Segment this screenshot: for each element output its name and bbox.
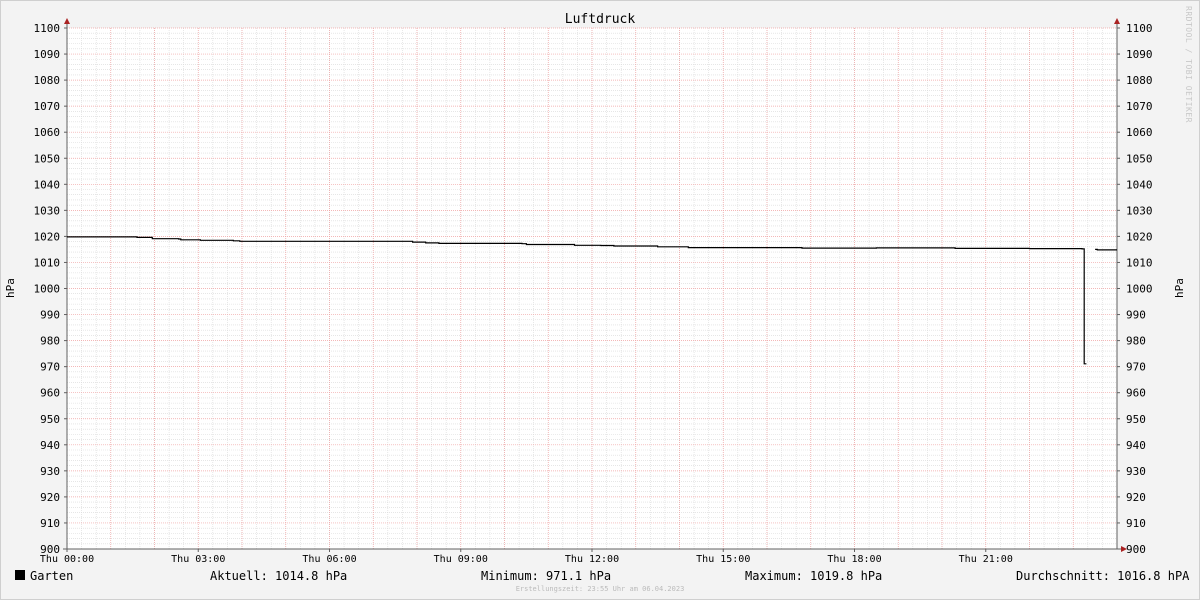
luftdruck-chart: 900 910 920 930 940 950 960 970 980 990 1000 1010 10…: [4, 12, 1186, 565]
creation-time-footer: Erstellungszeit: 23:55 Uhr am 06.04.2023: [515, 585, 685, 593]
y-tick-label-right: 1100: [1126, 22, 1153, 35]
y-tick-labels-right: 900 910 920 930 940 950 960 970 980 990 1000 1010 10…: [1126, 22, 1153, 556]
y-tick-label-right: 1000: [1126, 283, 1153, 296]
x-tick-label: Thu 21:00: [959, 554, 1013, 565]
y-tick-label-right: 1030: [1126, 204, 1153, 217]
x-tick-label: Thu 18:00: [827, 554, 881, 565]
y-tick-label-right: 980: [1126, 335, 1146, 348]
y-tick-label-left: 1090: [34, 48, 61, 61]
y-tick-labels-left: 9009109209309409509609709809901000101010…: [34, 22, 61, 556]
y-tick-label-left: 1040: [34, 178, 61, 191]
y-tick-label-right: 930: [1126, 465, 1146, 478]
y-tick-label-right: 940: [1126, 439, 1146, 452]
legend-aktuell: Aktuell: 1014.8 hPa: [210, 569, 348, 583]
x-tick-label: Thu 03:00: [171, 554, 225, 565]
y-tick-label-left: 1070: [34, 100, 61, 113]
y-tick-label-right: 970: [1126, 361, 1146, 374]
x-tick-label: Thu 00:00: [40, 554, 94, 565]
y-tick-label-right: 1070: [1126, 100, 1153, 113]
y-axis-arrow-left: [64, 18, 70, 24]
legend-minimum: Minimum: 971.1 hPa: [481, 569, 612, 583]
y-tick-label-left: 960: [40, 387, 60, 400]
y-tick-label-right: 910: [1126, 517, 1146, 530]
x-tick-label: Thu 09:00: [434, 554, 488, 565]
chart-title: Luftdruck: [565, 12, 636, 27]
y-tick-label-right: 1020: [1126, 230, 1153, 243]
y-tick-label-right: 1050: [1126, 152, 1153, 165]
y-tick-label-left: 1030: [34, 204, 61, 217]
x-tick-label: Thu 15:00: [696, 554, 750, 565]
x-tick-label: Thu 06:00: [302, 554, 356, 565]
y-tick-label-left: 940: [40, 439, 60, 452]
y-tick-label-right: 1060: [1126, 126, 1153, 139]
legend-series-name: Garten: [30, 569, 74, 583]
y-tick-label-right: 950: [1126, 413, 1146, 426]
y-tick-label-right: 960: [1126, 387, 1146, 400]
y-tick-label-left: 970: [40, 361, 60, 374]
x-tick-labels: Thu 00:00 Thu 03:00 Thu 06:00 Thu 09:00 Thu …: [40, 554, 1013, 565]
y-tick-label-left: 1100: [34, 22, 61, 35]
y-tick-label-right: 1080: [1126, 74, 1153, 87]
x-tick-label: Thu 12:00: [565, 554, 619, 565]
legend-maximum: Maximum: 1019.8 hPa: [745, 569, 883, 583]
y-tick-label-right: 900: [1126, 543, 1146, 556]
y-tick-label-left: 1020: [34, 230, 61, 243]
rrdtool-watermark: RRDTOOL / TOBI OETIKER: [1184, 6, 1193, 123]
legend-swatch-garten: [15, 570, 25, 580]
y-tick-label-right: 1040: [1126, 178, 1153, 191]
y-tick-label-right: 920: [1126, 491, 1146, 504]
y-axis-arrow-right: [1114, 18, 1120, 24]
y-tick-label-right: 1090: [1126, 48, 1153, 61]
y-axis-label-right: hPa: [1173, 278, 1186, 298]
y-tick-label-left: 1080: [34, 74, 61, 87]
y-tick-label-left: 1060: [34, 126, 61, 139]
y-axis-label-left: hPa: [4, 278, 17, 298]
y-tick-label-right: 1010: [1126, 256, 1153, 269]
y-tick-label-left: 910: [40, 517, 60, 530]
y-tick-label-left: 930: [40, 465, 60, 478]
y-tick-label-right: 990: [1126, 309, 1146, 322]
y-tick-label-left: 980: [40, 335, 60, 348]
legend-durchschnitt: Durchschnitt: 1016.8 hPA: [1016, 569, 1190, 583]
y-tick-label-left: 1010: [34, 256, 61, 269]
y-tick-label-left: 1050: [34, 152, 61, 165]
y-tick-label-left: 1000: [34, 283, 61, 296]
y-tick-label-left: 920: [40, 491, 60, 504]
y-tick-label-left: 990: [40, 309, 60, 322]
y-tick-label-left: 950: [40, 413, 60, 426]
